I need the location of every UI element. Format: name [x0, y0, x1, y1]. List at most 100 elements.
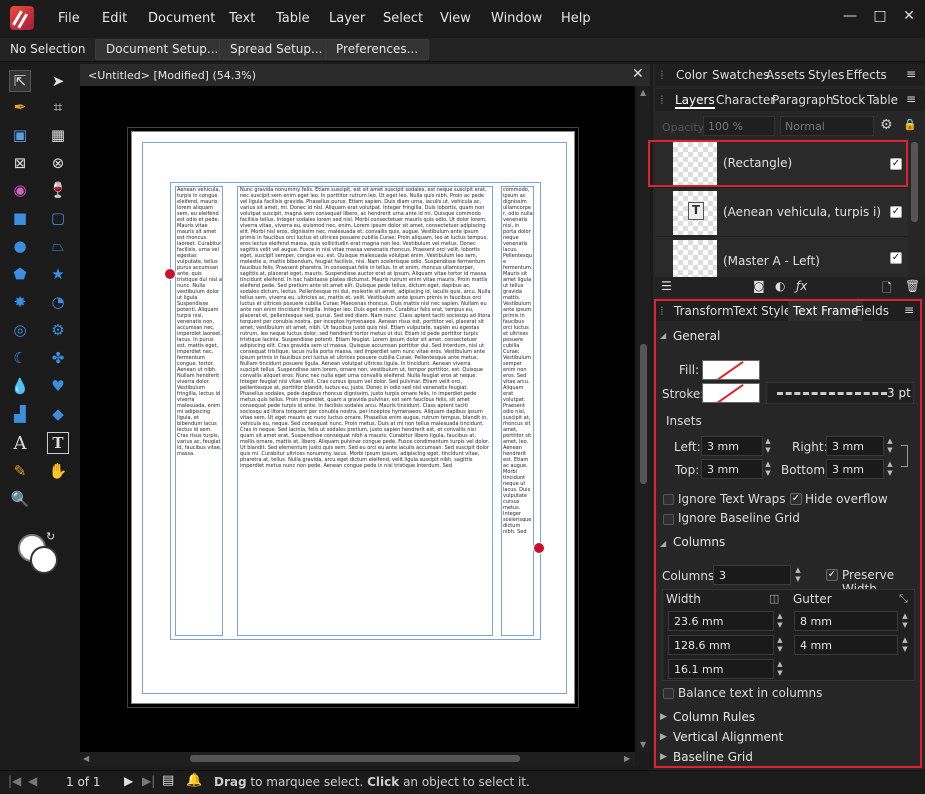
column-width-icon[interactable]: ◫	[769, 592, 779, 605]
collapse-arrow-icon[interactable]: ◢	[660, 539, 666, 548]
transparency-tool-icon[interactable]: 🍷	[47, 179, 69, 201]
layer-settings-icon[interactable]: ⚙	[880, 117, 893, 133]
inset-right-field[interactable]: 3 mm	[826, 436, 884, 456]
donut-tool-icon[interactable]: ◎	[9, 319, 31, 341]
panel-menu-icon[interactable]: ≡	[904, 303, 914, 317]
last-page-icon[interactable]: ▶|	[142, 774, 155, 788]
burst-tool-icon[interactable]: ✸	[9, 291, 31, 313]
fx-icon[interactable]: ƒx	[796, 279, 807, 293]
columns-section-title[interactable]: Columns	[673, 535, 725, 549]
panel-grip-icon[interactable]: ⁞	[660, 68, 664, 82]
tab-fields[interactable]: Fields	[855, 304, 889, 318]
tab-text-frame[interactable]: Text Frame	[788, 301, 864, 321]
menu-document[interactable]: Document	[148, 11, 215, 26]
scroll-right-icon[interactable]: ▶	[624, 754, 630, 763]
document-setup-button[interactable]: Document Setup...	[95, 39, 230, 60]
scroll-up-icon[interactable]: ▲	[640, 88, 646, 97]
maximize-icon[interactable]: □	[870, 8, 890, 28]
layer-stack-icon[interactable]: ☰	[661, 279, 672, 293]
blend-mode-select[interactable]: Normal	[780, 116, 874, 136]
frame-text-icon[interactable]: T	[47, 432, 69, 454]
node-tool-icon[interactable]: ➤	[47, 70, 69, 92]
ellipse-tool-icon[interactable]: ●	[9, 235, 31, 257]
column-width-spinner-2[interactable]: ▲ ▼	[776, 636, 784, 654]
hide-overflow-checkbox[interactable]: ✓	[790, 493, 802, 505]
gutter-field-2[interactable]: 4 mm	[794, 635, 898, 655]
layer-visibility-checkbox[interactable]: ✓	[890, 252, 902, 264]
text-flow-in-handle[interactable]	[164, 268, 176, 280]
gutter-field-1[interactable]: 8 mm	[794, 611, 898, 631]
fill-swatch[interactable]	[702, 360, 760, 380]
vertical-scroll-thumb[interactable]	[640, 344, 647, 484]
gutter-spinner-1[interactable]: ▲ ▼	[901, 612, 909, 630]
zoom-tool-icon[interactable]: 🔍	[9, 488, 31, 510]
column-width-field-2[interactable]: 128.6 mm	[668, 635, 774, 655]
columns-count-field[interactable]: 3	[713, 565, 791, 585]
inset-top-field[interactable]: 3 mm	[701, 459, 763, 479]
page-indicator[interactable]: 1 of 1	[66, 775, 100, 789]
tab-color[interactable]: Color	[676, 68, 707, 82]
menu-edit[interactable]: Edit	[102, 11, 127, 26]
vertical-alignment-section[interactable]: Vertical Alignment	[673, 730, 783, 744]
layer-row-text[interactable]: T (Aenean vehicula, turpis i)	[655, 188, 908, 237]
column-width-spinner-1[interactable]: ▲ ▼	[776, 612, 784, 630]
add-layer-icon[interactable]: 🗋	[882, 279, 892, 300]
column-rules-section[interactable]: Column Rules	[673, 710, 755, 724]
panel-grip-icon[interactable]: ⁞	[660, 93, 664, 107]
menu-file[interactable]: File	[58, 11, 80, 26]
next-page-icon[interactable]: ▶	[124, 774, 133, 788]
ignore-text-wraps-checkbox[interactable]	[663, 494, 674, 505]
picture-frame-icon[interactable]: ▣	[9, 124, 31, 146]
column-width-field-3[interactable]: 16.1 mm	[668, 659, 774, 679]
mask-icon[interactable]: ◙	[753, 279, 765, 293]
menu-window[interactable]: Window	[491, 11, 542, 26]
tab-swatches[interactable]: Swatches	[712, 68, 769, 82]
tab-stock[interactable]: Stock	[832, 93, 865, 107]
general-section-title[interactable]: General	[673, 329, 720, 343]
layers-scroll-thumb[interactable]	[911, 142, 918, 222]
close-document-icon[interactable]: ✕	[632, 66, 644, 82]
lock-icon[interactable]: 🔒	[903, 118, 917, 131]
pie-tool-icon[interactable]: ◔	[47, 291, 69, 313]
menu-table[interactable]: Table	[276, 11, 310, 26]
spread-setup-button[interactable]: Spread Setup...	[219, 39, 334, 60]
preferences-button[interactable]: Preferences...	[325, 39, 430, 60]
menu-help[interactable]: Help	[561, 11, 591, 26]
horizontal-scrollbar[interactable]: ◀ ▶	[80, 752, 635, 766]
crop-tool-icon[interactable]: ⌗	[47, 96, 69, 118]
menu-select[interactable]: Select	[383, 11, 423, 26]
inset-top-spinner[interactable]: ▲ ▼	[764, 460, 772, 478]
inset-right-spinner[interactable]: ▲ ▼	[886, 437, 894, 455]
pen-tool-icon[interactable]: ✒	[9, 96, 31, 118]
delete-layer-icon[interactable]: 🗑	[905, 279, 920, 293]
menu-text[interactable]: Text	[229, 11, 255, 26]
hand-tool-icon[interactable]: ✋	[47, 460, 69, 482]
ellipse-frame-icon[interactable]: ⊗	[47, 152, 69, 174]
close-window-icon[interactable]: ✕	[899, 8, 919, 28]
star-tool-icon[interactable]: ★	[47, 263, 69, 285]
cog-tool-icon[interactable]: ⚙	[47, 319, 69, 341]
horizontal-scroll-thumb[interactable]	[190, 755, 520, 762]
tab-assets[interactable]: Assets	[766, 68, 805, 82]
first-page-icon[interactable]: |◀	[8, 774, 21, 788]
ignore-baseline-grid-checkbox[interactable]	[663, 514, 674, 525]
fill-tool-icon[interactable]: ◉	[9, 179, 31, 201]
heart-tool-icon[interactable]: ♥	[47, 375, 69, 397]
scroll-down-icon[interactable]: ▼	[640, 740, 646, 749]
diamond-tool-icon[interactable]: ◆	[47, 403, 69, 425]
polygon-tool-icon[interactable]: ⬟	[9, 263, 31, 285]
artistic-text-icon[interactable]: A	[9, 432, 31, 454]
panel-grip-icon[interactable]: ⁞	[660, 304, 664, 318]
tab-paragraph[interactable]: Paragraph	[772, 93, 833, 107]
stroke-color-swatch[interactable]	[30, 546, 58, 574]
collapse-arrow-icon[interactable]: ◢	[660, 331, 666, 340]
stroke-style-field[interactable]: 3 pt	[766, 382, 914, 404]
text-flow-out-handle[interactable]	[533, 542, 545, 554]
gutter-spinner-2[interactable]: ▲ ▼	[901, 636, 909, 654]
inset-bottom-field[interactable]: 3 mm	[826, 459, 884, 479]
preserve-width-checkbox[interactable]: ✓	[826, 569, 838, 581]
rectangle-tool-icon[interactable]: ■	[9, 207, 31, 229]
previous-page-icon[interactable]: ◀	[28, 774, 37, 788]
pages-icon[interactable]: ▤	[162, 773, 174, 788]
crescent-tool-icon[interactable]: ☾	[9, 347, 31, 369]
